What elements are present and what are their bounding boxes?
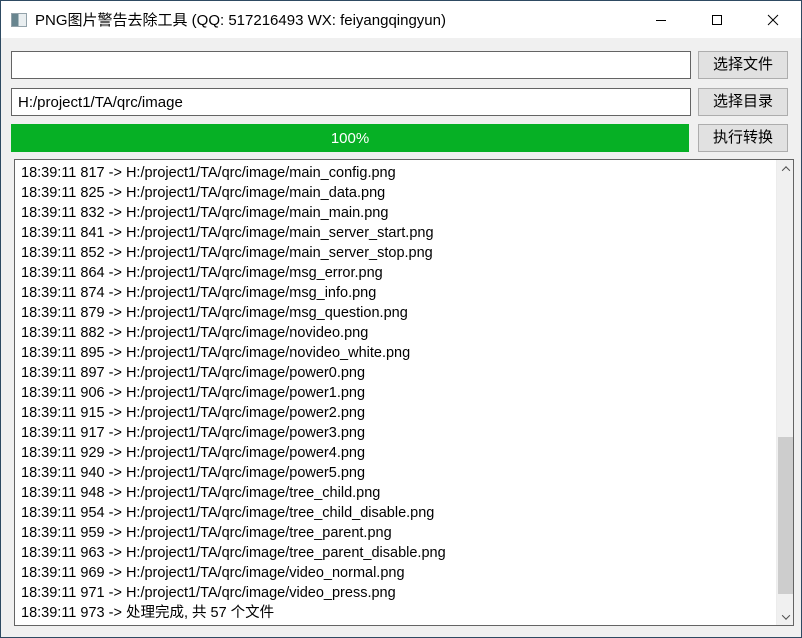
select-directory-button[interactable]: 选择目录 (698, 88, 788, 116)
log-line: 18:39:11 915 -> H:/project1/TA/qrc/image… (21, 403, 787, 423)
log-line: 18:39:11 971 -> H:/project1/TA/qrc/image… (21, 583, 787, 603)
file-path-input[interactable] (11, 51, 691, 79)
execute-convert-button[interactable]: 执行转换 (698, 124, 788, 152)
log-line: 18:39:11 929 -> H:/project1/TA/qrc/image… (21, 443, 787, 463)
caption-buttons (633, 1, 801, 38)
select-file-button[interactable]: 选择文件 (698, 51, 788, 79)
scrollbar-thumb[interactable] (778, 437, 793, 594)
vertical-scrollbar[interactable] (776, 160, 793, 625)
log-line: 18:39:11 825 -> H:/project1/TA/qrc/image… (21, 183, 787, 203)
log-line: 18:39:11 948 -> H:/project1/TA/qrc/image… (21, 483, 787, 503)
log-line: 18:39:11 874 -> H:/project1/TA/qrc/image… (21, 283, 787, 303)
directory-path-input[interactable] (11, 88, 691, 116)
log-line: 18:39:11 959 -> H:/project1/TA/qrc/image… (21, 523, 787, 543)
log-line: 18:39:11 817 -> H:/project1/TA/qrc/image… (21, 163, 787, 183)
scroll-up-button[interactable] (777, 160, 794, 177)
progress-fill: 100% (11, 124, 689, 152)
log-line: 18:39:11 940 -> H:/project1/TA/qrc/image… (21, 463, 787, 483)
app-window-icon (11, 13, 27, 27)
scroll-down-button[interactable] (777, 608, 794, 625)
log-line: 18:39:11 973 -> 处理完成, 共 57 个文件 (21, 603, 787, 623)
chevron-down-icon (781, 611, 789, 619)
log-output-area[interactable]: 18:39:11 817 -> H:/project1/TA/qrc/image… (14, 159, 794, 626)
log-line: 18:39:11 969 -> H:/project1/TA/qrc/image… (21, 563, 787, 583)
close-button[interactable] (745, 1, 801, 38)
window-title: PNG图片警告去除工具 (QQ: 517216493 WX: feiyangqi… (35, 9, 633, 30)
log-line: 18:39:11 906 -> H:/project1/TA/qrc/image… (21, 383, 787, 403)
title-bar: PNG图片警告去除工具 (QQ: 517216493 WX: feiyangqi… (1, 1, 801, 38)
log-line: 18:39:11 864 -> H:/project1/TA/qrc/image… (21, 263, 787, 283)
progress-percent-label: 100% (331, 130, 369, 147)
close-icon (767, 14, 779, 26)
app-window: PNG图片警告去除工具 (QQ: 517216493 WX: feiyangqi… (0, 0, 802, 638)
chevron-up-icon (781, 166, 789, 174)
log-line: 18:39:11 841 -> H:/project1/TA/qrc/image… (21, 223, 787, 243)
log-line: 18:39:11 917 -> H:/project1/TA/qrc/image… (21, 423, 787, 443)
minimize-icon (655, 14, 667, 26)
log-line: 18:39:11 963 -> H:/project1/TA/qrc/image… (21, 543, 787, 563)
log-line: 18:39:11 832 -> H:/project1/TA/qrc/image… (21, 203, 787, 223)
log-line: 18:39:11 879 -> H:/project1/TA/qrc/image… (21, 303, 787, 323)
progress-bar: 100% (11, 124, 689, 152)
log-line: 18:39:11 954 -> H:/project1/TA/qrc/image… (21, 503, 787, 523)
log-line: 18:39:11 882 -> H:/project1/TA/qrc/image… (21, 323, 787, 343)
log-line: 18:39:11 895 -> H:/project1/TA/qrc/image… (21, 343, 787, 363)
log-line: 18:39:11 897 -> H:/project1/TA/qrc/image… (21, 363, 787, 383)
minimize-button[interactable] (633, 1, 689, 38)
log-line: 18:39:11 852 -> H:/project1/TA/qrc/image… (21, 243, 787, 263)
maximize-icon (711, 14, 723, 26)
log-lines: 18:39:11 817 -> H:/project1/TA/qrc/image… (15, 160, 793, 623)
maximize-button[interactable] (689, 1, 745, 38)
